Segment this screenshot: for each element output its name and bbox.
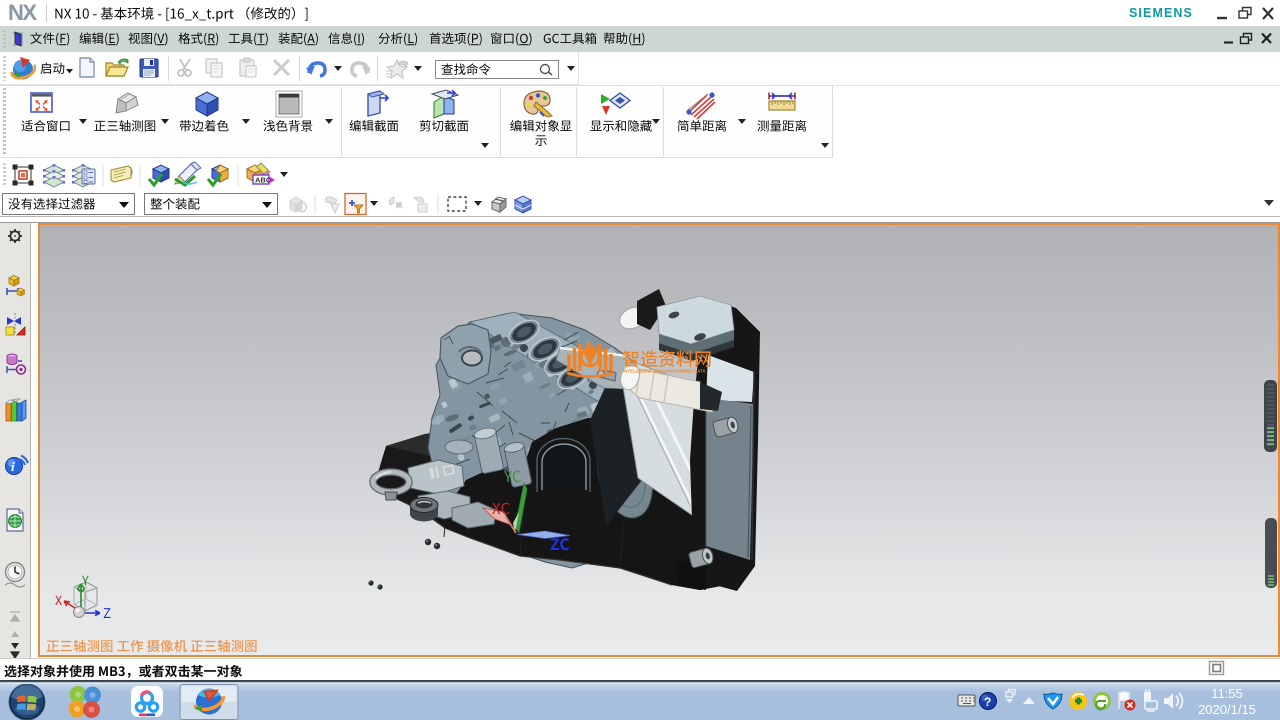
svg-text:INTELLIGENT MANUFACTURING DATA: INTELLIGENT MANUFACTURING DATA — [623, 368, 706, 373]
svg-text:i: i — [11, 459, 15, 474]
svg-text:?: ? — [984, 695, 991, 709]
